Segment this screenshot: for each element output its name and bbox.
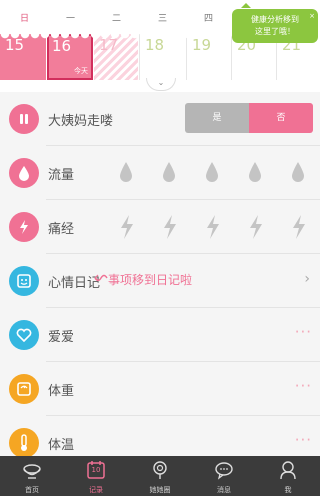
today-label: 今天 xyxy=(74,67,88,75)
chat-bubble-icon xyxy=(215,462,233,480)
calendar-day-17[interactable]: 17 xyxy=(94,34,138,80)
period-no-option[interactable]: 否 xyxy=(249,103,313,133)
period-yes-option[interactable]: 是 xyxy=(185,103,249,133)
flow-level-3-drop-icon[interactable] xyxy=(204,160,220,184)
thermometer-icon xyxy=(9,428,39,458)
love-label: 爱爱 xyxy=(48,330,75,345)
cramps-level-2-lightning-icon[interactable] xyxy=(161,214,179,240)
tab-label: 记录 xyxy=(89,486,103,494)
calendar-day-18[interactable]: 18 xyxy=(139,34,185,80)
profile-icon xyxy=(280,461,296,480)
bottom-tab-bar: 首页 10 记录 她她圈 消息 我 xyxy=(0,456,320,496)
close-icon[interactable]: × xyxy=(309,10,315,22)
temperature-label: 体温 xyxy=(48,438,75,453)
mood-diary-label: 心情日记 xyxy=(48,276,101,291)
flow-level-4-drop-icon[interactable] xyxy=(247,160,263,184)
tab-label: 她她圈 xyxy=(149,486,171,494)
weekday-thu: 四 xyxy=(204,14,214,24)
row-flow: 流量 xyxy=(0,146,320,200)
weight-label: 体重 xyxy=(48,384,75,399)
drop-icon xyxy=(9,158,39,188)
calendar-day-16-today[interactable]: 16 今天 xyxy=(47,34,93,80)
health-analysis-tooltip[interactable]: × 健康分析移到 这里了哦！ xyxy=(232,3,318,43)
flow-level-2-drop-icon[interactable] xyxy=(161,160,177,184)
period-toggle[interactable]: 是 否 xyxy=(185,103,313,133)
more-icon[interactable]: ··· xyxy=(295,323,312,341)
row-cramps: 痛经 xyxy=(0,200,320,254)
row-mood-diary[interactable]: 心情日记 事项移到日记啦 › xyxy=(0,254,320,308)
cramps-level-selector xyxy=(118,214,314,240)
row-temperature[interactable]: 体温 ··· xyxy=(0,416,320,458)
tab-records[interactable]: 10 记录 xyxy=(64,456,128,496)
cramps-level-3-lightning-icon[interactable] xyxy=(204,214,222,240)
diary-moved-note: 事项移到日记啦 xyxy=(108,273,193,287)
cramps-label: 痛经 xyxy=(48,222,75,237)
period-label: 大姨妈走喽 xyxy=(48,114,114,129)
tab-home[interactable]: 首页 xyxy=(0,456,64,496)
more-icon[interactable]: ··· xyxy=(295,377,312,395)
tab-me[interactable]: 我 xyxy=(256,456,320,496)
weekday-sun: 日 xyxy=(20,14,30,24)
pause-icon xyxy=(9,104,39,134)
lollipop-icon xyxy=(153,461,167,479)
tab-label: 消息 xyxy=(217,486,231,494)
calendar-expand-handle[interactable]: ⌄ xyxy=(146,78,176,91)
smiley-icon xyxy=(9,266,39,296)
tooltip-text-line2: 这里了哦！ xyxy=(255,27,295,36)
weekday-tue: 二 xyxy=(112,14,122,24)
calendar-day-19[interactable]: 19 xyxy=(186,34,230,80)
cramps-level-1-lightning-icon[interactable] xyxy=(118,214,136,240)
lightning-icon xyxy=(9,212,39,242)
flow-level-1-drop-icon[interactable] xyxy=(118,160,134,184)
squiggle-arrow-icon xyxy=(94,274,108,282)
calendar-day-15[interactable]: 15 xyxy=(0,34,46,80)
record-list: 大姨妈走喽 是 否 流量 痛经 心情日记 事项移到日记啦 › 爱爱 ··· 体重… xyxy=(0,92,320,458)
cramps-level-5-lightning-icon[interactable] xyxy=(290,214,308,240)
weekday-mon: 一 xyxy=(66,14,76,24)
row-period-ended: 大姨妈走喽 是 否 xyxy=(0,92,320,146)
tab-messages[interactable]: 消息 xyxy=(192,456,256,496)
row-weight[interactable]: 体重 ··· xyxy=(0,362,320,416)
bowl-icon xyxy=(23,464,41,479)
weekday-wed: 三 xyxy=(158,14,168,24)
scale-icon xyxy=(9,374,39,404)
tooltip-text-line1: 健康分析移到 xyxy=(251,15,299,24)
flow-level-5-drop-icon[interactable] xyxy=(290,160,306,184)
row-love[interactable]: 爱爱 ··· xyxy=(0,308,320,362)
heart-icon xyxy=(9,320,39,350)
tab-label: 我 xyxy=(284,486,292,494)
cramps-level-4-lightning-icon[interactable] xyxy=(247,214,265,240)
calendar-date: 10 xyxy=(91,466,101,474)
tab-community[interactable]: 她她圈 xyxy=(128,456,192,496)
chevron-right-icon[interactable]: › xyxy=(304,271,310,287)
flow-level-selector xyxy=(118,160,314,186)
double-chevron-down-icon: ⌄ xyxy=(157,78,165,87)
more-icon[interactable]: ··· xyxy=(295,431,312,449)
flow-label: 流量 xyxy=(48,168,75,183)
tab-label: 首页 xyxy=(25,486,39,494)
